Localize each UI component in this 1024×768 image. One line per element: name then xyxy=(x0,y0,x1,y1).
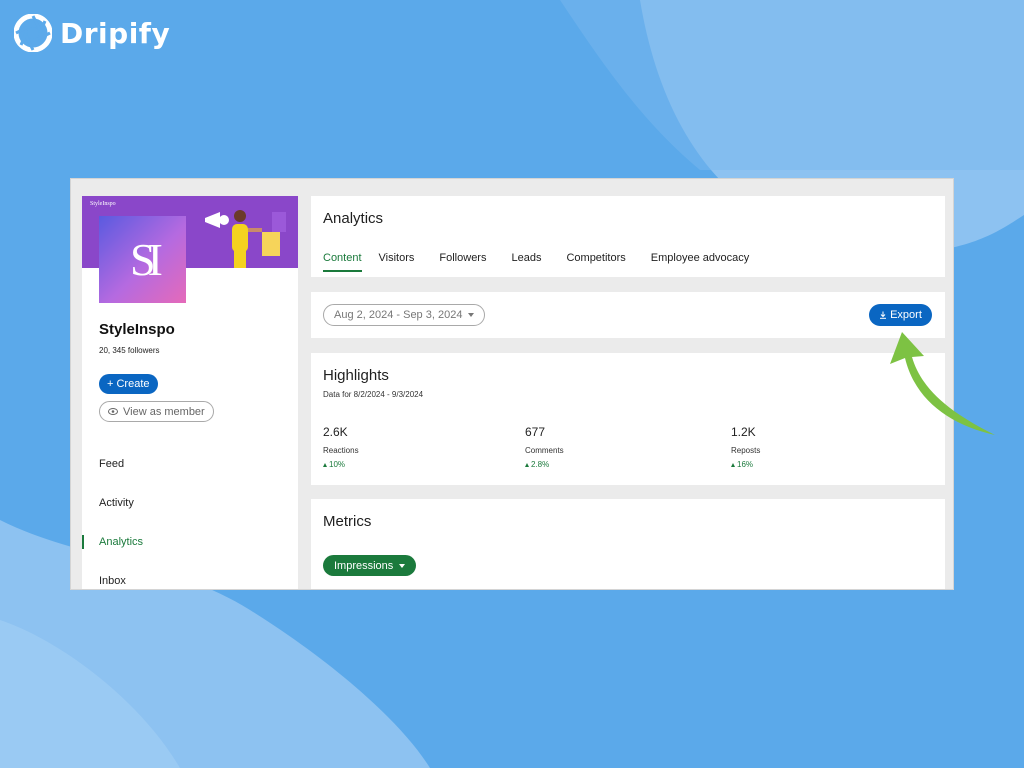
date-range-dropdown[interactable]: Aug 2, 2024 - Sep 3, 2024 xyxy=(323,304,486,326)
curved-arrow-icon xyxy=(890,332,995,435)
organization-name: StyleInspo xyxy=(99,321,175,338)
page-title: Analytics xyxy=(323,210,384,227)
metric-type-label: Impressions xyxy=(334,559,394,572)
caret-down-icon xyxy=(468,313,475,317)
tab-employee-advocacy[interactable]: Employee advocacy xyxy=(651,252,749,272)
highlights-title: Highlights xyxy=(323,367,389,384)
date-range-label: Aug 2, 2024 - Sep 3, 2024 xyxy=(334,309,463,321)
sidebar-item-analytics[interactable]: Analytics xyxy=(99,536,143,548)
download-icon xyxy=(880,311,887,319)
metric-reactions: 2.6K Reactions 10% xyxy=(323,425,359,469)
caret-down-icon xyxy=(399,563,406,568)
metric-comments: 677 Comments 2.8% xyxy=(525,425,564,469)
tab-visitors[interactable]: Visitors xyxy=(379,252,415,272)
view-as-member-label: View as member xyxy=(123,405,205,418)
tab-followers[interactable]: Followers xyxy=(439,252,486,272)
app-screenshot-frame: StyleInspo SI StyleInspo 20, 345 followe… xyxy=(70,178,954,590)
metrics-card: Metrics Impressions xyxy=(311,499,945,589)
metric-change-value: 16% xyxy=(737,460,754,469)
sidebar-item-feed[interactable]: Feed xyxy=(99,458,124,470)
view-as-member-button[interactable]: View as member xyxy=(99,401,214,422)
metric-value: 677 xyxy=(525,425,546,439)
tab-content[interactable]: Content xyxy=(323,252,362,272)
logo-monogram: SI xyxy=(130,234,163,285)
follower-count: 20, 345 followers xyxy=(99,346,160,355)
active-nav-indicator xyxy=(82,535,84,549)
metric-value: 2.6K xyxy=(323,425,348,439)
tab-competitors[interactable]: Competitors xyxy=(566,252,625,272)
export-label: Export xyxy=(890,309,922,321)
metric-label: Reactions xyxy=(323,446,359,455)
trend-up-icon xyxy=(525,462,529,467)
eye-icon xyxy=(108,408,118,415)
metric-label: Comments xyxy=(525,446,564,455)
sidebar-item-activity[interactable]: Activity xyxy=(99,497,134,509)
shutter-logo-icon xyxy=(14,14,52,52)
analytics-tabs: Content Visitors Followers Leads Competi… xyxy=(323,252,749,272)
filter-bar-card: Aug 2, 2024 - Sep 3, 2024 Export xyxy=(311,292,945,338)
tab-leads[interactable]: Leads xyxy=(511,252,541,272)
cover-illustration xyxy=(200,206,298,268)
highlights-date-range: Data for 8/2/2024 - 9/3/2024 xyxy=(323,390,424,399)
metric-change-value: 10% xyxy=(329,460,346,469)
trend-up-icon xyxy=(323,462,327,467)
trend-up-icon xyxy=(731,462,735,467)
metric-value: 1.2K xyxy=(731,425,756,439)
metric-change: 16% xyxy=(731,460,760,469)
metrics-title: Metrics xyxy=(323,513,372,530)
profile-sidebar: StyleInspo SI StyleInspo 20, 345 followe… xyxy=(82,196,298,589)
brand: Dripify xyxy=(14,14,170,52)
analytics-header-card: Analytics Content Visitors Followers Lea… xyxy=(311,196,945,277)
export-button[interactable]: Export xyxy=(869,304,932,326)
metric-label: Reposts xyxy=(731,446,761,455)
metric-change-value: 2.8% xyxy=(531,460,550,469)
create-button[interactable]: + Create xyxy=(99,374,158,394)
highlights-card: Highlights Data for 8/2/2024 - 9/3/2024 … xyxy=(311,353,945,485)
metric-type-dropdown[interactable]: Impressions xyxy=(323,555,417,576)
sidebar-item-inbox[interactable]: Inbox xyxy=(99,575,126,587)
metric-reposts: 1.2K Reposts 16% xyxy=(731,425,760,469)
metric-change: 2.8% xyxy=(525,460,564,469)
metric-change: 10% xyxy=(323,460,359,469)
cover-brand-text: StyleInspo xyxy=(90,201,116,207)
brand-name: Dripify xyxy=(60,16,171,50)
organization-logo: SI xyxy=(99,216,186,303)
